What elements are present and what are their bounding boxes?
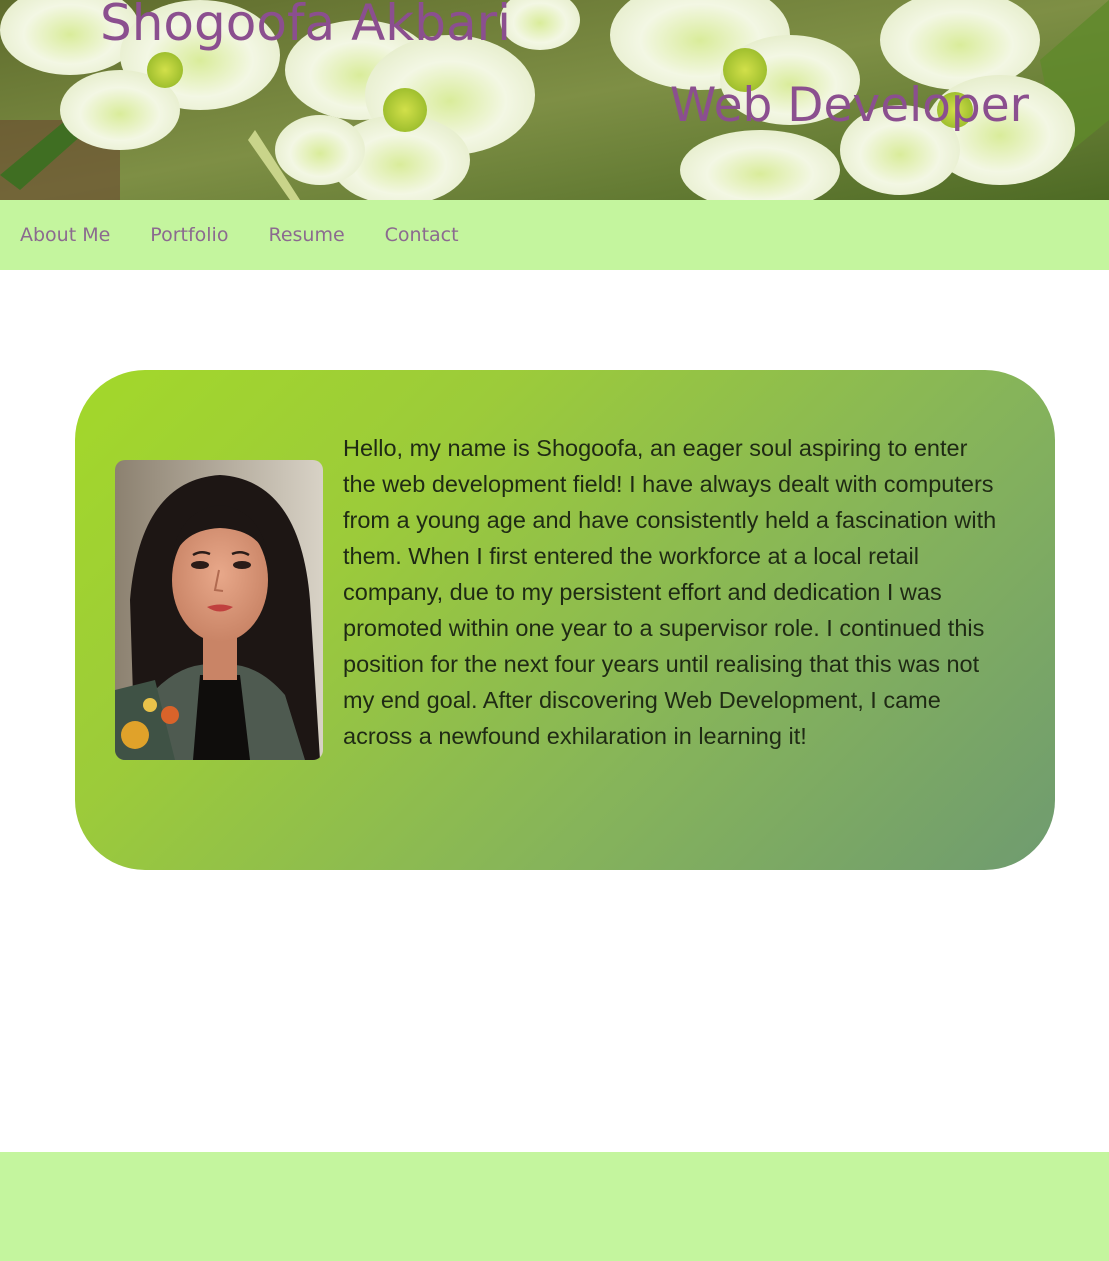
nav-item-about: About Me [20,224,110,246]
nav-item-resume: Resume [268,224,344,246]
nav-link-portfolio[interactable]: Portfolio [150,224,228,246]
nav-list: About Me Portfolio Resume Contact [0,200,1109,270]
job-title: Web Developer [669,78,1029,133]
nav-link-resume[interactable]: Resume [268,224,344,246]
main-nav: About Me Portfolio Resume Contact [0,200,1109,270]
profile-photo [115,460,323,760]
nav-item-portfolio: Portfolio [150,224,228,246]
hero-banner: Shogoofa Akbari Web Developer [0,0,1109,200]
page-footer [0,1152,1109,1261]
about-me-section: Hello, my name is Shogoofa, an eager sou… [75,370,1055,870]
about-me-text: Hello, my name is Shogoofa, an eager sou… [343,435,997,749]
nav-link-contact[interactable]: Contact [385,224,459,246]
portrait-image [115,460,323,760]
site-owner-name: Shogoofa Akbari [100,0,512,52]
nav-item-contact: Contact [385,224,459,246]
nav-link-about-me[interactable]: About Me [20,224,110,246]
